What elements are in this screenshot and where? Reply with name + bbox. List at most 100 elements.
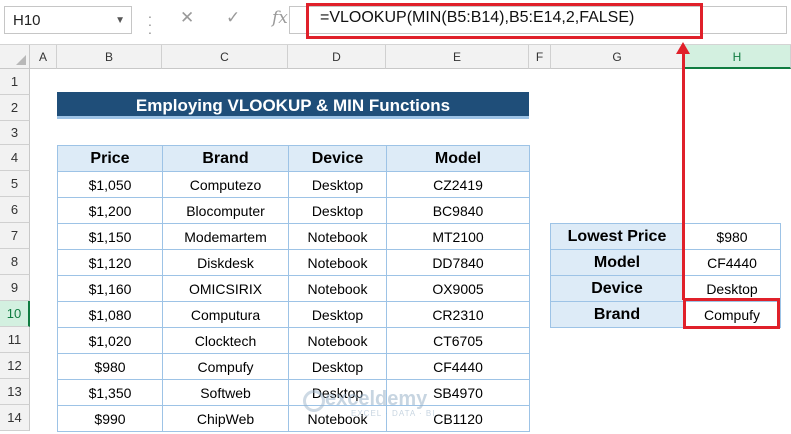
table-cell[interactable]: MT2100 (386, 223, 530, 250)
table-cell[interactable]: Notebook (288, 249, 387, 276)
table-header-cell[interactable]: Price (57, 145, 163, 172)
table-cell[interactable]: DD7840 (386, 249, 530, 276)
table-cell[interactable]: CR2310 (386, 301, 530, 328)
table-cell[interactable]: Desktop (288, 197, 387, 224)
row-header-13[interactable]: 13 (0, 379, 30, 405)
result-label[interactable]: Lowest Price (550, 223, 684, 250)
table-row: $1,120 Diskdesk Notebook DD7840 (57, 249, 530, 276)
selected-cell-highlight[interactable] (683, 298, 780, 329)
formula-bar-area: H10 ▼ · · · ✕ ✓ fx =VLOOKUP(MIN(B5:B14),B5… (0, 0, 791, 45)
table-row: $1,150 Modemartem Notebook MT2100 (57, 223, 530, 250)
row-header-11[interactable]: 11 (0, 327, 30, 353)
table-cell[interactable]: CT6705 (386, 327, 530, 354)
table-cell[interactable]: Compufy (162, 353, 289, 380)
column-header-d[interactable]: D (288, 45, 386, 69)
chevron-down-icon[interactable]: ▼ (115, 15, 125, 26)
table-header-cell[interactable]: Device (288, 145, 387, 172)
table-cell[interactable]: Blocomputer (162, 197, 289, 224)
row-header-5[interactable]: 5 (0, 171, 30, 197)
table-cell[interactable]: $1,200 (57, 197, 163, 224)
watermark-tagline: EXCEL · DATA · BI (351, 409, 436, 418)
watermark-name: exceldemy (325, 388, 428, 410)
row-header-7[interactable]: 7 (0, 223, 30, 249)
row-header-10[interactable]: 10 (0, 301, 30, 327)
row-header-14[interactable]: 14 (0, 405, 30, 431)
name-box-value: H10 (13, 12, 41, 29)
row-header-3[interactable]: 3 (0, 121, 30, 145)
result-row: Lowest Price $980 (550, 223, 781, 250)
table-cell[interactable]: Notebook (288, 327, 387, 354)
table-cell[interactable]: $1,080 (57, 301, 163, 328)
table-cell[interactable]: $1,150 (57, 223, 163, 250)
table-cell[interactable]: $1,050 (57, 171, 163, 198)
name-box[interactable]: H10 ▼ (4, 6, 132, 34)
table-cell[interactable]: Computura (162, 301, 289, 328)
table-cell[interactable]: Desktop (288, 353, 387, 380)
row-header-4[interactable]: 4 (0, 145, 30, 171)
table-cell[interactable]: $1,350 (57, 379, 163, 406)
arrow-up-icon (676, 42, 690, 54)
formula-buttons: ✕ ✓ fx (172, 6, 288, 34)
table-cell[interactable]: OX9005 (386, 275, 530, 302)
table-cell[interactable]: Notebook (288, 223, 387, 250)
table-cell[interactable]: Computezo (162, 171, 289, 198)
result-label[interactable]: Brand (550, 301, 684, 328)
table-cell[interactable]: Softweb (162, 379, 289, 406)
table-cell[interactable]: ChipWeb (162, 405, 289, 432)
table-cell[interactable]: Diskdesk (162, 249, 289, 276)
table-cell[interactable]: CZ2419 (386, 171, 530, 198)
table-row: $990 ChipWeb Notebook CB1120 (57, 405, 530, 432)
table-cell[interactable]: OMICSIRIX (162, 275, 289, 302)
column-header-a[interactable]: A (30, 45, 57, 69)
row-header-8[interactable]: 8 (0, 249, 30, 275)
table-cell[interactable]: $1,020 (57, 327, 163, 354)
table-cell[interactable]: Notebook (288, 275, 387, 302)
watermark: exceldemy EXCEL · DATA · BI (325, 388, 435, 418)
table-row: $1,350 Softweb Desktop SB4970 (57, 379, 530, 406)
table-header-cell[interactable]: Model (386, 145, 530, 172)
row-header-9[interactable]: 9 (0, 275, 30, 301)
table-row: $1,080 Computura Desktop CR2310 (57, 301, 530, 328)
column-header-e[interactable]: E (386, 45, 529, 69)
more-options-icon[interactable]: · · · (140, 8, 160, 39)
table-cell[interactable]: CF4440 (386, 353, 530, 380)
table-cell[interactable]: Desktop (288, 171, 387, 198)
table-cell[interactable]: $1,160 (57, 275, 163, 302)
result-value[interactable]: $980 (683, 223, 781, 250)
table-header-cell[interactable]: Brand (162, 145, 289, 172)
table-row: $1,160 OMICSIRIX Notebook OX9005 (57, 275, 530, 302)
row-header-12[interactable]: 12 (0, 353, 30, 379)
table-cell[interactable]: Clocktech (162, 327, 289, 354)
row-header-2[interactable]: 2 (0, 95, 30, 121)
table-row: $1,020 Clocktech Notebook CT6705 (57, 327, 530, 354)
table-cell[interactable]: $1,120 (57, 249, 163, 276)
table-row: $1,050 Computezo Desktop CZ2419 (57, 171, 530, 198)
column-header-f[interactable]: F (529, 45, 551, 69)
table-row: $980 Compufy Desktop CF4440 (57, 353, 530, 380)
row-header-1[interactable]: 1 (0, 69, 30, 95)
result-value[interactable]: CF4440 (683, 249, 781, 276)
cancel-icon[interactable]: ✕ (180, 8, 194, 28)
table-cell[interactable]: Desktop (288, 301, 387, 328)
table-row: $1,200 Blocomputer Desktop BC9840 (57, 197, 530, 224)
select-all-corner[interactable] (0, 45, 30, 69)
result-label[interactable]: Model (550, 249, 684, 276)
column-header-h[interactable]: H (684, 45, 791, 69)
insert-function-icon[interactable]: fx (272, 8, 288, 28)
formula-highlight-box (306, 3, 703, 39)
result-label[interactable]: Device (550, 275, 684, 302)
watermark-logo-icon (303, 390, 325, 412)
table-cell[interactable]: $990 (57, 405, 163, 432)
table-cell[interactable]: $980 (57, 353, 163, 380)
price-table: Price Brand Device Model $1,050 Computezo Desk… (57, 145, 530, 432)
arrow-line (682, 52, 685, 300)
column-header-b[interactable]: B (57, 45, 162, 69)
sheet-title: Employing VLOOKUP & MIN Functions (57, 92, 529, 119)
row-header-6[interactable]: 6 (0, 197, 30, 223)
result-row: Model CF4440 (550, 249, 781, 276)
column-header-g[interactable]: G (551, 45, 684, 69)
table-cell[interactable]: Modemartem (162, 223, 289, 250)
column-header-c[interactable]: C (162, 45, 288, 69)
confirm-icon[interactable]: ✓ (226, 8, 240, 28)
table-cell[interactable]: BC9840 (386, 197, 530, 224)
